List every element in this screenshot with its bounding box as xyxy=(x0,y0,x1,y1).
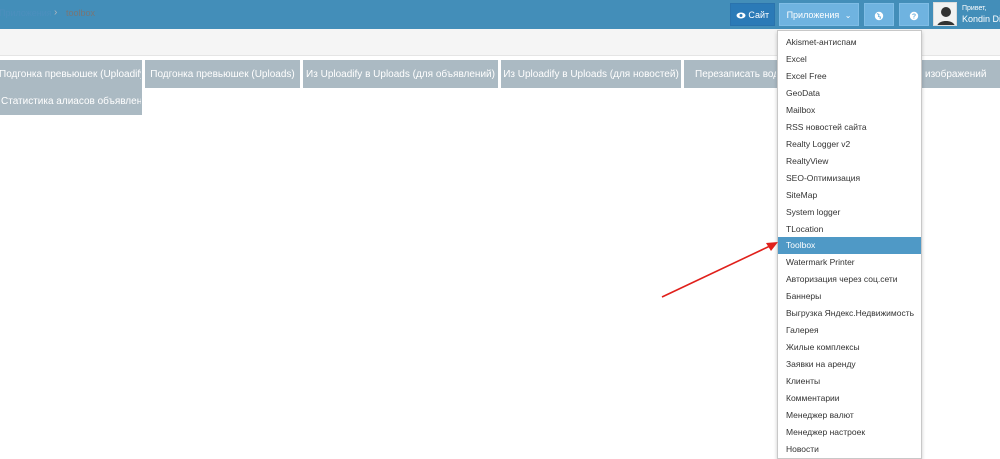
red-arrow-annotation xyxy=(661,242,778,298)
